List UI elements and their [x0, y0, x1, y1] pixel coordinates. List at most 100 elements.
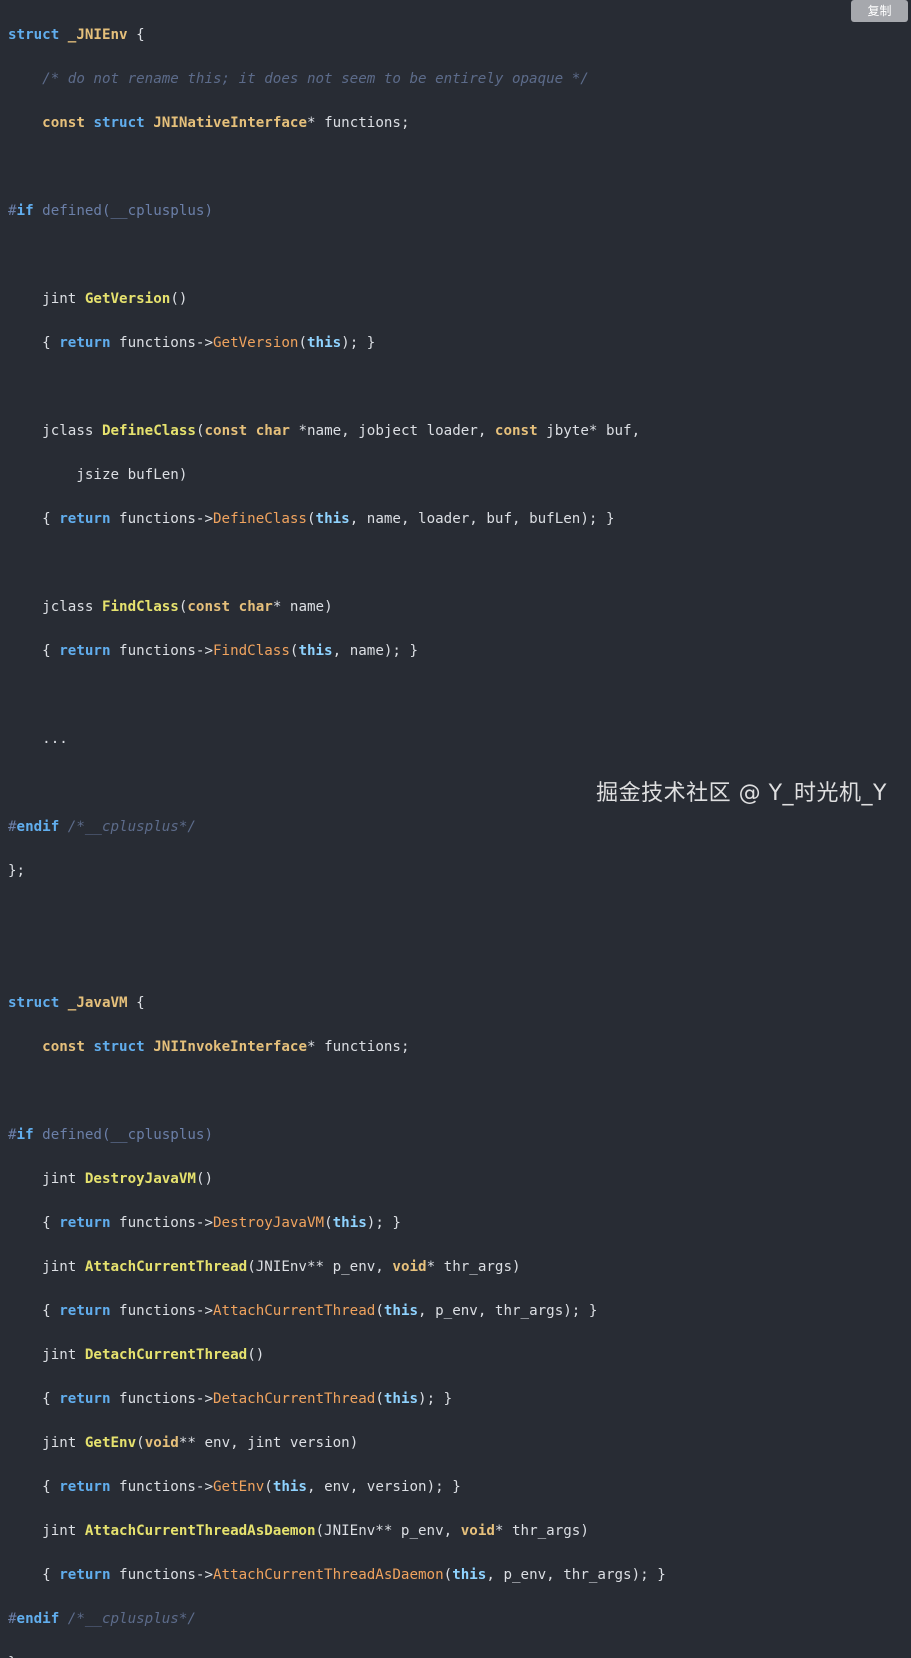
code-text: * functions; [306, 1039, 410, 1055]
preprocessor: # [8, 819, 17, 835]
code-line: jint AttachCurrentThreadAsDaemon(JNIEnv*… [8, 1520, 911, 1542]
code-text: functions-> [110, 1215, 214, 1231]
keyword: const [42, 115, 85, 131]
function-name: AttachCurrentThread [84, 1259, 248, 1275]
code-text: (JNIEnv** p_env, [315, 1523, 461, 1539]
preprocessor-keyword: endif [16, 1611, 60, 1627]
code-text: jint [42, 291, 85, 307]
keyword: this [383, 1303, 419, 1319]
keyword: const [204, 423, 248, 439]
function-call: DefineClass [213, 511, 307, 527]
keyword: struct [8, 27, 60, 43]
code-text: ( [298, 335, 307, 351]
code-block: struct _JNIEnv { /* do not rename this; … [8, 2, 911, 1658]
code-line: { return functions->DestroyJavaVM(this);… [8, 1212, 911, 1234]
keyword: struct [93, 115, 145, 131]
code-text: ( [324, 1215, 333, 1231]
code-text: jint [42, 1259, 85, 1275]
code-text: ( [443, 1567, 453, 1583]
preprocessor: defined(__cplusplus) [33, 1127, 214, 1143]
keyword: const [494, 423, 538, 439]
code-text: ); } [341, 335, 376, 351]
code-text: * functions; [306, 115, 410, 131]
keyword: this [452, 1567, 487, 1583]
code-text: * name) [272, 599, 333, 615]
keyword: return [59, 335, 111, 351]
code-text: ); } [418, 1391, 453, 1407]
keyword: return [59, 1303, 111, 1319]
code-text: { [42, 1391, 60, 1407]
code-text: * thr_args) [426, 1259, 521, 1275]
code-text: ( [375, 1391, 384, 1407]
code-text: { [42, 1567, 60, 1583]
code-line: { return functions->AttachCurrentThreadA… [8, 1564, 911, 1586]
keyword: struct [8, 995, 60, 1011]
code-text: ... [8, 731, 68, 747]
code-line: jint DestroyJavaVM() [8, 1168, 911, 1190]
code-line: jint AttachCurrentThread(JNIEnv** p_env,… [8, 1256, 911, 1278]
code-text: functions-> [110, 1567, 214, 1583]
keyword: const [42, 1039, 85, 1055]
code-line: jclass DefineClass(const char *name, job… [8, 420, 911, 442]
keyword: struct [93, 1039, 145, 1055]
code-text: jint [42, 1347, 85, 1363]
function-name: FindClass [101, 599, 179, 615]
function-call: AttachCurrentThread [213, 1303, 376, 1319]
code-line: #if defined(__cplusplus) [8, 1124, 911, 1146]
comment: /* do not rename this; it does not seem … [42, 71, 589, 87]
code-text: * thr_args) [494, 1523, 589, 1539]
code-text: { [42, 1215, 60, 1231]
function-call: GetEnv [213, 1479, 265, 1495]
code-text: jint [42, 1523, 85, 1539]
code-line: const struct JNIInvokeInterface* functio… [8, 1036, 911, 1058]
keyword: return [59, 1215, 111, 1231]
code-text: ); } [366, 1215, 401, 1231]
code-text: jint [42, 1171, 85, 1187]
code-line: #endif /*__cplusplus*/ [8, 1608, 911, 1630]
keyword: void [392, 1259, 427, 1275]
keyword: return [59, 1479, 111, 1495]
function-name: DestroyJavaVM [84, 1171, 196, 1187]
code-text: () [195, 1171, 214, 1187]
keyword: return [59, 643, 111, 659]
code-line: jint GetEnv(void** env, jint version) [8, 1432, 911, 1454]
function-name: DetachCurrentThread [84, 1347, 248, 1363]
code-text: { [42, 643, 60, 659]
struct-name: _JNIEnv [67, 27, 128, 43]
code-text: , p_env, thr_args); } [486, 1567, 666, 1583]
keyword: this [332, 1215, 367, 1231]
copy-button[interactable]: 复制 [851, 0, 908, 22]
code-line: /* do not rename this; it does not seem … [8, 68, 911, 90]
keyword: return [59, 1391, 111, 1407]
preprocessor: # [8, 1611, 17, 1627]
code-text: , p_env, thr_args); } [418, 1303, 598, 1319]
preprocessor-keyword: if [16, 1127, 34, 1143]
code-text: }; [8, 1655, 25, 1658]
code-text: ( [375, 1303, 384, 1319]
code-line: struct _JNIEnv { [8, 24, 911, 46]
code-line: { return functions->DefineClass(this, na… [8, 508, 911, 530]
code-text: ( [306, 511, 316, 527]
keyword: char [255, 423, 290, 439]
keyword: this [383, 1391, 419, 1407]
code-text: functions-> [110, 1391, 214, 1407]
code-text: jint [42, 1435, 85, 1451]
function-call: FindClass [213, 643, 290, 659]
comment: /*__cplusplus*/ [59, 819, 196, 835]
function-call: DestroyJavaVM [213, 1215, 325, 1231]
comment: /*__cplusplus*/ [59, 1611, 196, 1627]
code-line: jsize bufLen) [8, 464, 911, 486]
preprocessor: defined(__cplusplus) [33, 203, 214, 219]
code-text: functions-> [110, 1479, 214, 1495]
code-text: () [170, 291, 188, 307]
keyword: const [187, 599, 231, 615]
code-text: ** env, jint version) [178, 1435, 359, 1451]
preprocessor-keyword: if [16, 203, 34, 219]
code-line: }; [8, 1652, 911, 1658]
struct-name: _JavaVM [67, 995, 128, 1011]
code-text: () [247, 1347, 265, 1363]
keyword: return [59, 511, 111, 527]
